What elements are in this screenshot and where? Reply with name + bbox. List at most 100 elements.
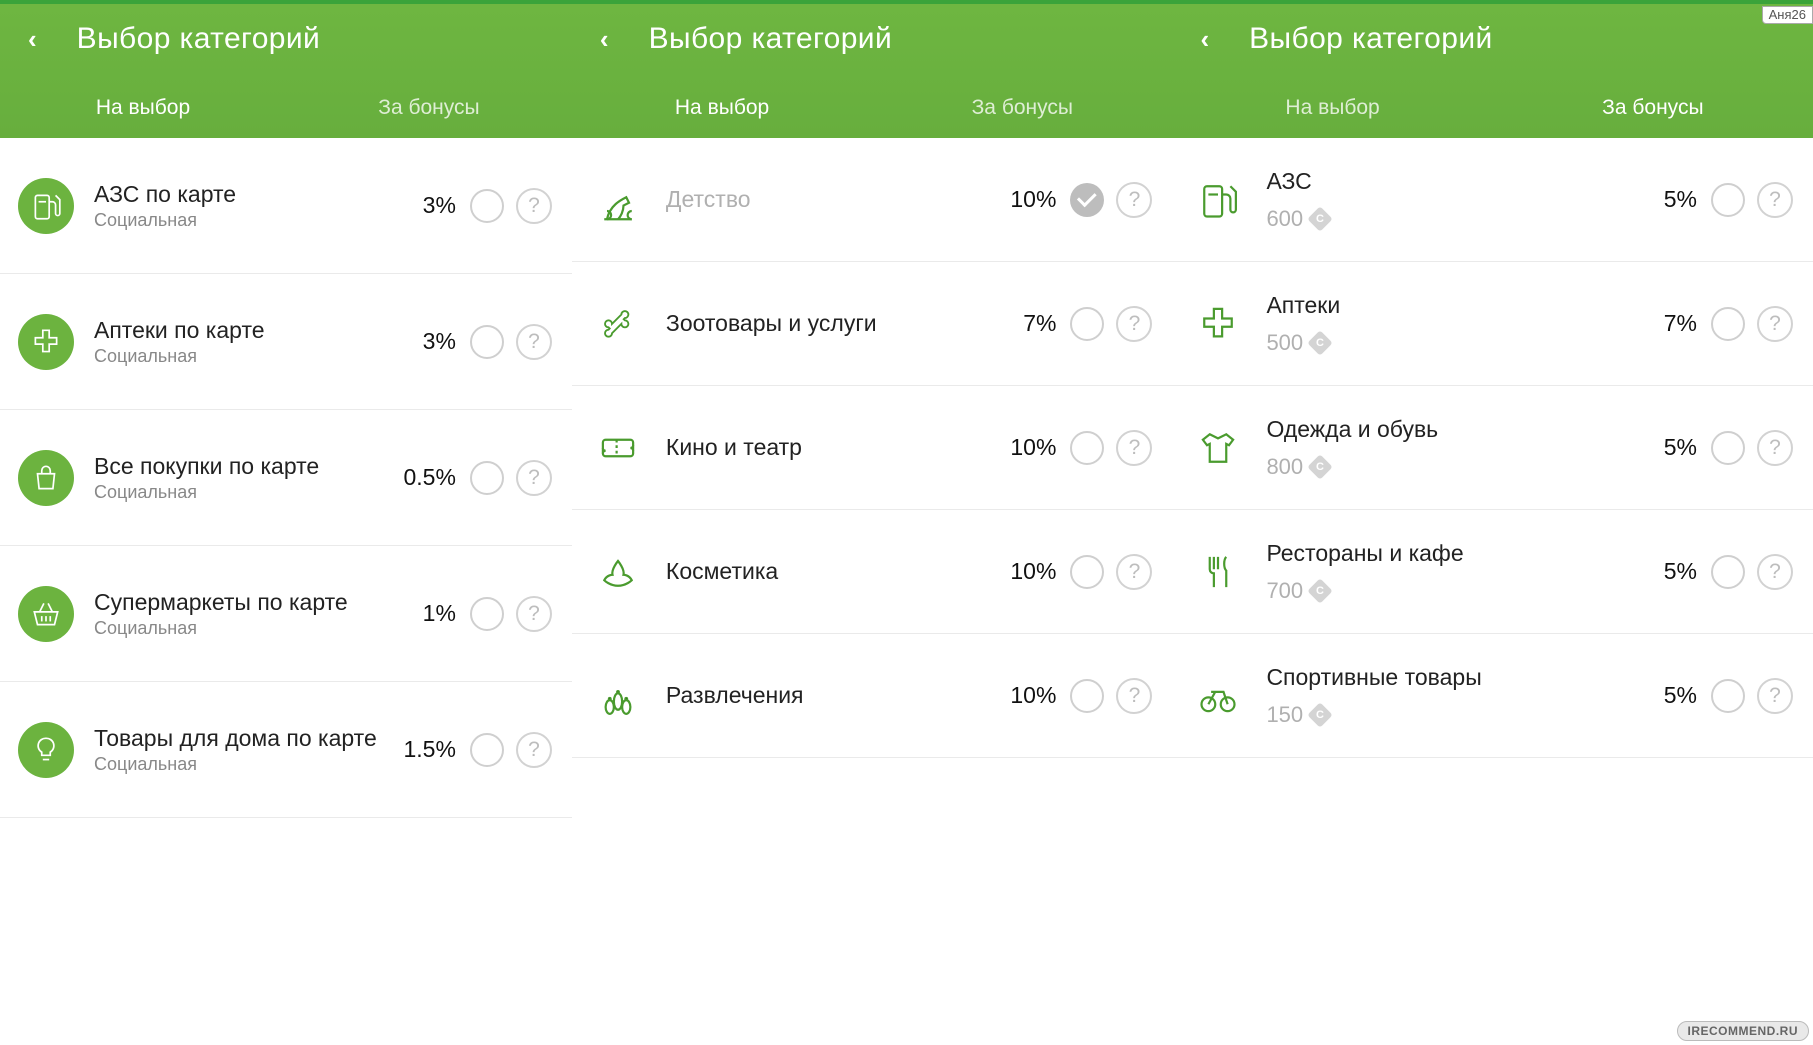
select-radio[interactable] — [470, 733, 504, 767]
select-radio[interactable] — [1070, 307, 1104, 341]
tab-bonus[interactable]: За бонусы — [872, 90, 1172, 120]
category-list: Детство10%?Зоотовары и услуги7%?Кино и т… — [572, 138, 1173, 1045]
category-sub: Социальная — [94, 482, 403, 503]
price-value: 500 — [1266, 330, 1303, 356]
select-radio[interactable] — [1070, 555, 1104, 589]
price-value: 700 — [1266, 578, 1303, 604]
tab-choice[interactable]: На выбор — [1172, 90, 1492, 120]
help-icon[interactable]: ? — [516, 460, 552, 496]
category-text: Товары для дома по картеСоциальная — [94, 724, 403, 776]
back-icon[interactable]: ‹ — [28, 24, 37, 55]
category-sub: Социальная — [94, 618, 423, 639]
percentage: 3% — [423, 192, 456, 219]
category-text: Спортивные товары150 — [1266, 663, 1663, 728]
category-sub: Социальная — [94, 346, 423, 367]
price-value: 800 — [1266, 454, 1303, 480]
category-price: 800 — [1266, 454, 1663, 480]
help-icon[interactable]: ? — [1116, 678, 1152, 714]
percentage: 7% — [1664, 310, 1697, 337]
bowling-icon — [590, 668, 646, 724]
help-icon[interactable]: ? — [1757, 182, 1793, 218]
select-radio[interactable] — [1711, 307, 1745, 341]
tab-choice[interactable]: На выбор — [0, 90, 286, 120]
select-radio[interactable] — [1711, 183, 1745, 217]
back-icon[interactable]: ‹ — [600, 24, 609, 55]
user-badge: Аня26 — [1762, 6, 1813, 24]
select-radio[interactable] — [1070, 679, 1104, 713]
lamp-icon — [18, 722, 74, 778]
help-icon[interactable]: ? — [1757, 678, 1793, 714]
category-name: Косметика — [666, 557, 1010, 586]
category-list: АЗС по картеСоциальная3%?Аптеки по карте… — [0, 138, 572, 1045]
percentage: 0.5% — [403, 464, 455, 491]
select-radio[interactable] — [470, 189, 504, 223]
category-name: Все покупки по карте — [94, 452, 403, 481]
help-icon[interactable]: ? — [516, 188, 552, 224]
help-icon[interactable]: ? — [1116, 182, 1152, 218]
panel-3: ‹ Выбор категорий На выбор За бонусы АЗС… — [1172, 4, 1813, 1045]
category-sub: Социальная — [94, 754, 403, 775]
percentage: 5% — [1664, 186, 1697, 213]
category-name: Рестораны и кафе — [1266, 539, 1663, 568]
category-name: Аптеки по карте — [94, 316, 423, 345]
percentage: 3% — [423, 328, 456, 355]
category-name: Зоотовары и услуги — [666, 309, 1023, 338]
coin-icon — [1307, 206, 1332, 231]
category-text: Супермаркеты по картеСоциальная — [94, 588, 423, 640]
category-text: АЗС600 — [1266, 167, 1663, 232]
percentage: 1% — [423, 600, 456, 627]
select-radio[interactable] — [1711, 431, 1745, 465]
category-text: Все покупки по картеСоциальная — [94, 452, 403, 504]
tab-choice[interactable]: На выбор — [572, 90, 872, 120]
help-icon[interactable]: ? — [1757, 430, 1793, 466]
cross-icon — [18, 314, 74, 370]
category-text: Рестораны и кафе 700 — [1266, 539, 1663, 604]
tab-bonus[interactable]: За бонусы — [1493, 90, 1813, 120]
category-row: АЗС6005%? — [1172, 138, 1813, 262]
coin-icon — [1307, 578, 1332, 603]
percentage: 5% — [1664, 682, 1697, 709]
percentage: 10% — [1010, 558, 1056, 585]
help-icon[interactable]: ? — [516, 732, 552, 768]
select-radio[interactable] — [1711, 555, 1745, 589]
help-icon[interactable]: ? — [1757, 306, 1793, 342]
category-price: 500 — [1266, 330, 1663, 356]
page-title: Выбор категорий — [77, 22, 321, 56]
select-radio[interactable] — [1711, 679, 1745, 713]
coin-icon — [1307, 702, 1332, 727]
back-icon[interactable]: ‹ — [1200, 24, 1209, 55]
percentage: 10% — [1010, 186, 1056, 213]
help-icon[interactable]: ? — [1116, 430, 1152, 466]
category-row: Все покупки по картеСоциальная0.5%? — [0, 410, 572, 546]
help-icon[interactable]: ? — [516, 596, 552, 632]
header: ‹ Выбор категорий На выбор За бонусы — [0, 4, 572, 138]
help-icon[interactable]: ? — [516, 324, 552, 360]
coin-icon — [1307, 330, 1332, 355]
select-radio[interactable] — [470, 461, 504, 495]
select-radio[interactable] — [470, 325, 504, 359]
category-text: Аптеки 500 — [1266, 291, 1663, 356]
category-text: Аптеки по картеСоциальная — [94, 316, 423, 368]
tab-bonus[interactable]: За бонусы — [286, 90, 572, 120]
category-row: Спортивные товары1505%? — [1172, 634, 1813, 758]
category-name: Супермаркеты по карте — [94, 588, 423, 617]
select-radio[interactable] — [1070, 183, 1104, 217]
category-name: Товары для дома по карте — [94, 724, 403, 753]
select-radio[interactable] — [1070, 431, 1104, 465]
category-text: Зоотовары и услуги — [666, 309, 1023, 338]
fuel-icon — [18, 178, 74, 234]
lotus-icon — [590, 544, 646, 600]
help-icon[interactable]: ? — [1757, 554, 1793, 590]
category-row: Зоотовары и услуги7%? — [572, 262, 1173, 386]
select-radio[interactable] — [470, 597, 504, 631]
page-title: Выбор категорий — [649, 22, 893, 56]
category-row: Супермаркеты по картеСоциальная1%? — [0, 546, 572, 682]
help-icon[interactable]: ? — [1116, 554, 1152, 590]
shirt-icon — [1190, 420, 1246, 476]
percentage: 1.5% — [403, 736, 455, 763]
category-text: Развлечения — [666, 681, 1010, 710]
help-icon[interactable]: ? — [1116, 306, 1152, 342]
category-row: Одежда и обувь8005%? — [1172, 386, 1813, 510]
category-name: Аптеки — [1266, 291, 1663, 320]
horse-icon — [590, 172, 646, 228]
